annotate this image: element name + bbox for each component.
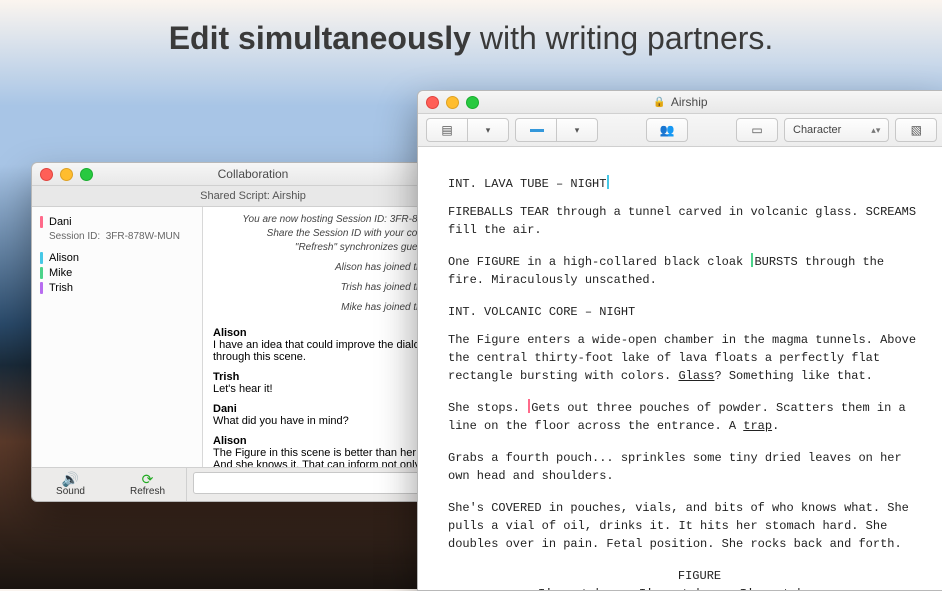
people-icon: 👥 — [660, 123, 675, 137]
element-type-label: Character — [793, 124, 841, 136]
sidebar-dropdown[interactable]: ▾ — [556, 118, 598, 142]
user-row[interactable]: Alison — [40, 252, 194, 264]
user-row[interactable]: Trish — [40, 282, 194, 294]
image-button[interactable]: ▧ — [895, 118, 937, 142]
editor-titlebar: 🔒 Airship — [418, 91, 942, 114]
editor-window: 🔒 Airship ▤ ▾ ▾ 👥 ▭ Character ▴▾ ▧ ✎ — [417, 90, 942, 591]
action-paragraph: One FIGURE in a high-collared black cloa… — [448, 253, 921, 289]
image-icon: ▧ — [911, 123, 922, 137]
user-name: Mike — [49, 267, 72, 279]
collab-title: Collaboration — [32, 167, 474, 181]
collab-subheader: Shared Script: Airship — [32, 186, 474, 207]
user-color-bar — [40, 252, 43, 264]
collaborators-button[interactable]: 👥 — [646, 118, 688, 142]
editor-toolbar: ▤ ▾ ▾ 👥 ▭ Character ▴▾ ▧ ✎ ▾ ✱ ▾ — [418, 114, 942, 147]
scene-heading: INT. LAVA TUBE – NIGHT — [448, 175, 921, 193]
page-button[interactable]: ▭ — [736, 118, 778, 142]
chevron-down-icon: ▾ — [486, 125, 491, 136]
user-name: Dani — [49, 216, 72, 228]
action-paragraph: She's COVERED in pouches, vials, and bit… — [448, 499, 921, 553]
element-type-select[interactable]: Character ▴▾ — [784, 118, 889, 142]
collab-users-pane: Dani Session ID: 3FR-878W-MUN Alison Mik… — [32, 207, 203, 467]
session-id-line: Session ID: 3FR-878W-MUN — [49, 231, 194, 242]
user-row[interactable]: Mike — [40, 267, 194, 279]
user-name: Alison — [49, 252, 79, 264]
scene-heading: INT. VOLCANIC CORE – NIGHT — [448, 303, 921, 321]
sidebar-icon — [530, 129, 544, 132]
view-button[interactable]: ▤ — [426, 118, 467, 142]
dialogue-text: I'm not here. I'm not here. I'm not here… — [538, 585, 861, 590]
user-color-bar — [40, 216, 43, 228]
script-body[interactable]: INT. LAVA TUBE – NIGHT FIREBALLS TEAR th… — [418, 147, 942, 590]
refresh-icon: ⟳ — [109, 472, 186, 486]
updown-icon: ▴▾ — [871, 125, 880, 136]
action-paragraph: She stops. Gets out three pouches of pow… — [448, 399, 921, 435]
refresh-button[interactable]: ⟳ Refresh — [109, 468, 186, 501]
sound-button[interactable]: 🔊 Sound — [32, 468, 109, 501]
chevron-down-icon: ▾ — [575, 125, 580, 136]
action-paragraph: FIREBALLS TEAR through a tunnel carved i… — [448, 203, 921, 239]
user-row[interactable]: Dani — [40, 216, 194, 228]
headline: Edit simultaneously with writing partner… — [0, 0, 942, 57]
collab-cursor-alison — [607, 175, 609, 189]
view-dropdown[interactable]: ▾ — [467, 118, 509, 142]
collaboration-window: Collaboration Shared Script: Airship Dan… — [31, 162, 475, 502]
lock-icon: 🔒 — [653, 97, 665, 108]
dialogue-block: FIGURE I'm not here. I'm not here. I'm n… — [538, 567, 861, 590]
collab-titlebar: Collaboration — [32, 163, 474, 186]
user-name: Trish — [49, 282, 73, 294]
collab-footer: 🔊 Sound ⟳ Refresh — [32, 467, 474, 501]
layout-icon: ▤ — [441, 123, 452, 137]
action-paragraph: The Figure enters a wide-open chamber in… — [448, 331, 921, 385]
document-title: 🔒 Airship — [418, 95, 942, 109]
character-name: FIGURE — [538, 567, 861, 585]
user-color-bar — [40, 267, 43, 279]
sidebar-button[interactable] — [515, 118, 556, 142]
user-color-bar — [40, 282, 43, 294]
action-paragraph: Grabs a fourth pouch... sprinkles some t… — [448, 449, 921, 485]
page-icon: ▭ — [751, 123, 762, 137]
speaker-icon: 🔊 — [32, 472, 109, 486]
collab-cursor-dani — [528, 399, 530, 413]
